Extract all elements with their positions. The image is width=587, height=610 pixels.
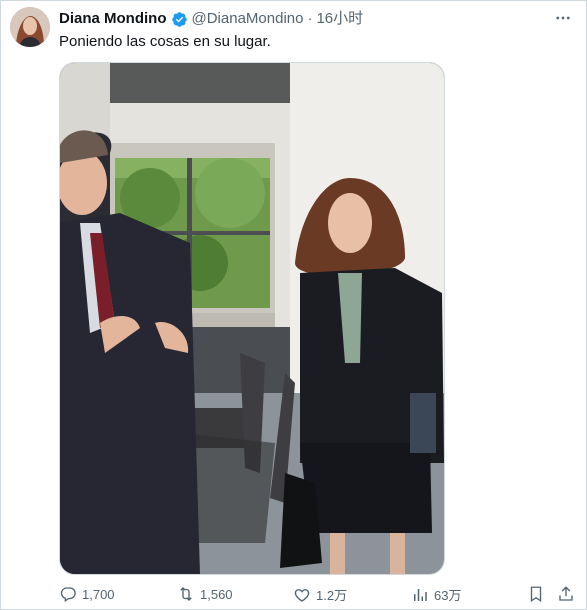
separator-dot: ·: [307, 10, 313, 27]
repost-button[interactable]: 1,560: [177, 585, 233, 603]
more-icon[interactable]: [554, 9, 572, 32]
display-name[interactable]: Diana Mondino: [59, 9, 167, 29]
share-button[interactable]: [557, 585, 580, 603]
bookmark-icon: [530, 586, 542, 603]
reply-button[interactable]: 1,700: [59, 585, 115, 603]
tweet-actions: 1,700 1,560 1.2万 63万: [59, 585, 576, 607]
like-icon: [294, 588, 310, 602]
user-handle[interactable]: @DianaMondino: [192, 9, 304, 29]
tweet-photo[interactable]: [59, 62, 445, 575]
like-button[interactable]: 1.2万: [293, 585, 347, 604]
reply-count: 1,700: [82, 586, 115, 602]
timestamp[interactable]: 16小时: [316, 9, 363, 29]
repost-icon: [180, 587, 192, 601]
share-icon: [559, 586, 573, 601]
tweet-card[interactable]: Diana Mondino @DianaMondino · 16小时 Ponie…: [0, 0, 587, 610]
views-button[interactable]: 63万: [411, 585, 461, 604]
avatar[interactable]: [10, 7, 50, 47]
verified-badge-icon: [171, 11, 188, 28]
like-count: 1.2万: [316, 588, 348, 603]
repost-count: 1,560: [200, 586, 233, 602]
views-count: 63万: [434, 588, 462, 603]
tweet-header: Diana Mondino @DianaMondino · 16小时: [59, 9, 556, 29]
tweet-text: Poniendo las cosas en su lugar.: [59, 33, 271, 50]
reply-icon: [60, 587, 76, 603]
bookmark-button[interactable]: [527, 585, 550, 603]
views-icon: [414, 588, 427, 601]
